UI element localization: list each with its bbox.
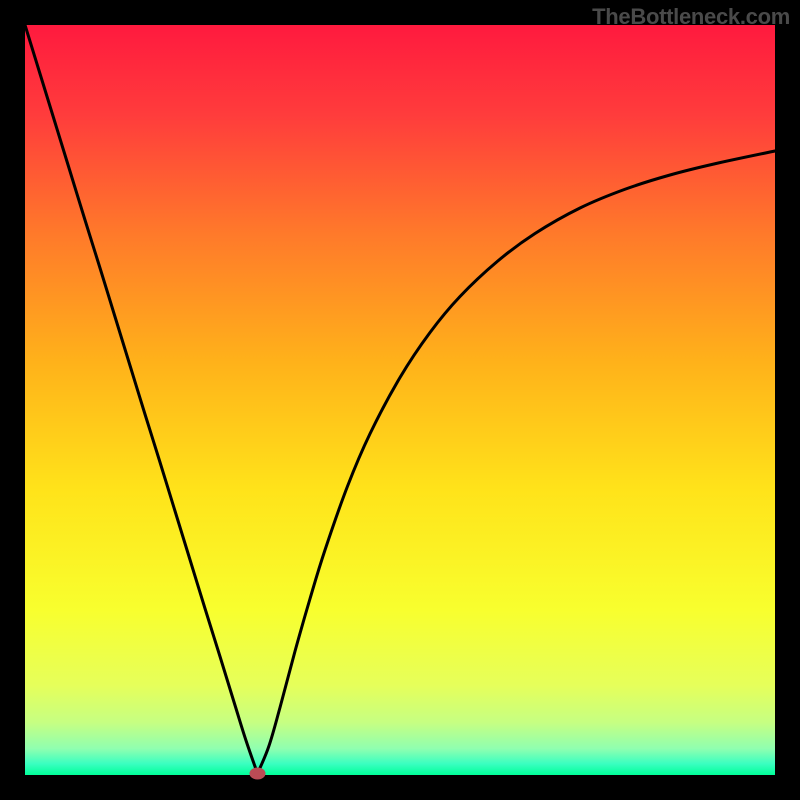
bottleneck-chart [0, 0, 800, 800]
vertex-marker [250, 768, 266, 780]
chart-frame: TheBottleneck.com [0, 0, 800, 800]
plot-background [25, 25, 775, 775]
watermark-text: TheBottleneck.com [592, 4, 790, 30]
